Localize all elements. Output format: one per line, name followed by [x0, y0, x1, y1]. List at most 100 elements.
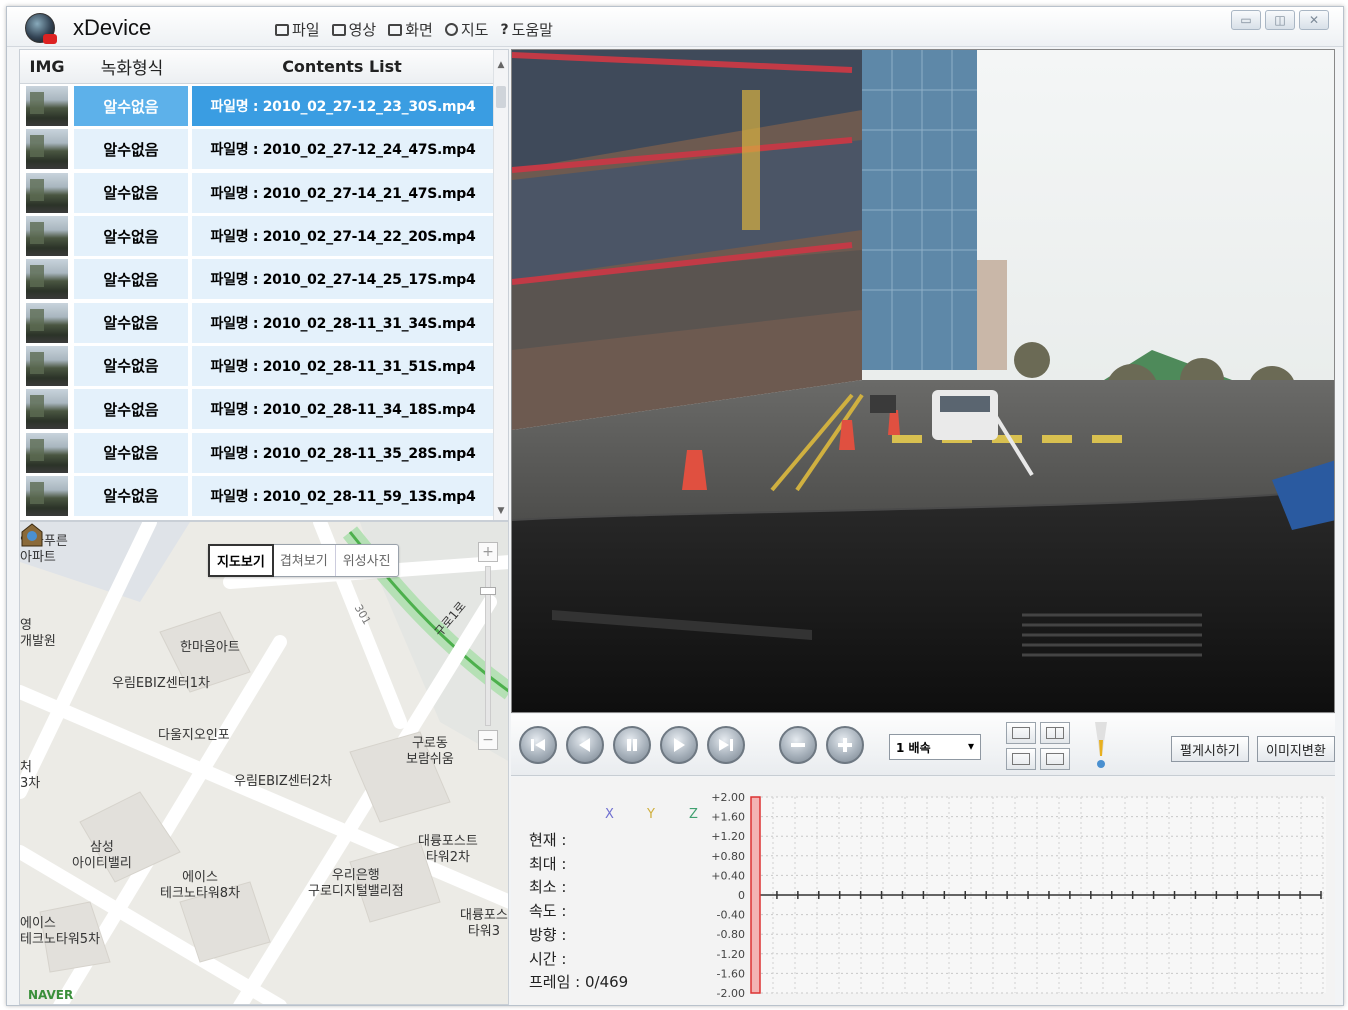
- show-all-button[interactable]: 펼게시하기: [1171, 736, 1249, 762]
- layout-multi-icon: [1046, 753, 1064, 765]
- map-zoom-in-button[interactable]: +: [478, 542, 498, 562]
- tab-overlay-view[interactable]: 겹쳐보기: [273, 545, 336, 576]
- list-item[interactable]: 알수없음 파일명 : 2010_02_27-14_22_20S.mp4: [20, 215, 494, 259]
- content-list-panel: IMG 녹화형식 Contents List 알수없음 파일명 : 2010_02…: [19, 49, 509, 521]
- y-tick-label: +2.00: [711, 791, 745, 804]
- file-name: 파일명 : 2010_02_27-14_22_20S.mp4: [192, 216, 494, 257]
- pause-button[interactable]: [613, 726, 651, 764]
- sensor-chart[interactable]: +2.00 +1.60 +1.20 +0.80 +0.40 0 -0.40 -0.80 -1.2…: [511, 777, 1335, 1005]
- file-name: 파일명 : 2010_02_27-14_21_47S.mp4: [192, 172, 494, 213]
- map-label: 영 개발원: [20, 618, 56, 649]
- layout-single-icon: [1012, 727, 1030, 739]
- record-format: 알수없음: [74, 475, 188, 516]
- menu-help[interactable]: ? 도움말: [500, 19, 553, 40]
- minimize-icon: ▭: [1240, 13, 1252, 27]
- app-window: xDevice 파일 영상 화면 지도 ? 도움말 ▭ ◫ ✕ IMG 녹화형식…: [6, 6, 1344, 1006]
- y-tick-label: +1.20: [711, 830, 745, 843]
- list-item[interactable]: 알수없음 파일명 : 2010_02_28-11_59_13S.mp4: [20, 475, 494, 518]
- list-item[interactable]: 알수없음 파일명 : 2010_02_27-12_24_47S.mp4: [20, 128, 494, 172]
- layout-multi-button[interactable]: [1040, 748, 1070, 770]
- list-item[interactable]: 알수없음 파일명 : 2010_02_27-14_25_17S.mp4: [20, 258, 494, 302]
- list-item[interactable]: 알수없음 파일명 : 2010_02_27-12_23_30S.mp4: [20, 85, 494, 129]
- zoom-out-icon: [791, 743, 805, 747]
- menu-map[interactable]: 지도: [444, 19, 488, 40]
- map-zoom-knob[interactable]: [480, 587, 496, 595]
- close-icon: ✕: [1308, 13, 1320, 27]
- y-tick-label: -1.60: [717, 967, 745, 980]
- map-label: 처 3차: [20, 760, 41, 791]
- list-scrollbar[interactable]: ▲ ▼: [493, 50, 508, 520]
- tab-map-view[interactable]: 지도보기: [208, 544, 274, 577]
- layout-single-button[interactable]: [1006, 722, 1036, 744]
- record-format: 알수없음: [74, 432, 188, 473]
- maximize-button[interactable]: ◫: [1265, 10, 1295, 30]
- save-icon: [275, 23, 289, 36]
- playback-controls: 1 배속 ▾ 펼게시하기 이미지변환: [511, 714, 1335, 776]
- list-item[interactable]: 알수없음 파일명 : 2010_02_28-11_35_28S.mp4: [20, 431, 494, 475]
- layout-quad-icon: [1046, 727, 1064, 739]
- list-item[interactable]: 알수없음 파일명 : 2010_02_28-11_31_34S.mp4: [20, 301, 494, 345]
- speed-select[interactable]: 1 배속 ▾: [889, 734, 981, 760]
- pause-icon: [627, 739, 637, 751]
- video-frame: [512, 50, 1334, 712]
- y-tick-label: +1.60: [711, 811, 745, 824]
- content-rows: 알수없음 파일명 : 2010_02_27-12_23_30S.mp4 알수없음 파일…: [20, 85, 494, 518]
- prev-icon: [579, 738, 590, 752]
- scroll-thumb[interactable]: [496, 86, 506, 108]
- map-label: 우림EBIZ센터1차: [112, 676, 210, 691]
- play-icon: [674, 738, 685, 752]
- map-panel[interactable]: 지도보기 겹쳐보기 위성사진 인늘푸른 아파트 영 개발원 한마음아트 우림EBIZ…: [19, 521, 509, 1005]
- record-format: 알수없음: [74, 302, 188, 343]
- record-format: 알수없음: [74, 259, 188, 300]
- video-thumbnail: [26, 259, 68, 300]
- chevron-down-icon: ▾: [967, 739, 974, 753]
- play-button[interactable]: [660, 726, 698, 764]
- menu-help-label: 도움말: [511, 21, 553, 39]
- video-thumbnail: [26, 302, 68, 343]
- list-item[interactable]: 알수없음 파일명 : 2010_02_27-14_21_47S.mp4: [20, 172, 494, 215]
- list-item[interactable]: 알수없음 파일명 : 2010_02_28-11_31_51S.mp4: [20, 345, 494, 389]
- video-player[interactable]: [511, 49, 1335, 713]
- header-img[interactable]: IMG: [20, 57, 74, 76]
- map-zoom-slider[interactable]: [480, 566, 496, 726]
- image-convert-button[interactable]: 이미지변환: [1257, 736, 1335, 762]
- prev-button[interactable]: [566, 726, 604, 764]
- menu-screen-label: 화면: [405, 21, 433, 39]
- sensor-graph-panel: X Y Z 현재 : 최대 : 최소 : 속도 : 방향 : 시간 : 프레임 …: [511, 777, 1335, 1005]
- menu-file[interactable]: 파일: [275, 19, 320, 40]
- header-format[interactable]: 녹화형식: [74, 54, 190, 79]
- map-label: 우리은행 구로디지털밸리점: [308, 868, 404, 899]
- record-format: 알수없음: [74, 172, 188, 213]
- scroll-down-icon[interactable]: ▼: [496, 506, 506, 516]
- minimize-button[interactable]: ▭: [1231, 10, 1261, 30]
- map-label: 다울지오인포: [158, 728, 230, 743]
- list-item[interactable]: 알수없음 파일명 : 2010_02_28-11_34_18S.mp4: [20, 388, 494, 432]
- menu-video[interactable]: 영상: [331, 19, 376, 40]
- file-name: 파일명 : 2010_02_27-14_25_17S.mp4: [192, 259, 494, 300]
- y-tick-label: -1.20: [717, 948, 745, 961]
- map-zoom-control: + −: [478, 542, 498, 752]
- video-thumbnail: [26, 216, 68, 257]
- map-label: 삼성 아이티밸리: [72, 840, 132, 871]
- layout-triple-button[interactable]: [1006, 748, 1036, 770]
- video-icon: [331, 23, 346, 36]
- layout-quad-button[interactable]: [1040, 722, 1070, 744]
- title-bar: xDevice 파일 영상 화면 지도 ? 도움말 ▭ ◫ ✕: [7, 7, 1343, 47]
- zoom-in-button[interactable]: [826, 726, 864, 764]
- video-thumbnail: [26, 129, 68, 170]
- last-frame-button[interactable]: [707, 726, 745, 764]
- map-view-tabs: 지도보기 겹쳐보기 위성사진: [208, 544, 399, 577]
- scroll-up-icon[interactable]: ▲: [496, 60, 506, 70]
- layout-triple-icon: [1012, 753, 1030, 765]
- map-label: 대륭포스트 타워2차: [418, 834, 478, 865]
- header-contents-list[interactable]: Contents List: [190, 57, 494, 76]
- map-zoom-out-button[interactable]: −: [478, 730, 498, 750]
- record-format: 알수없음: [74, 129, 188, 170]
- menu-screen[interactable]: 화면: [388, 19, 433, 40]
- close-button[interactable]: ✕: [1299, 10, 1329, 30]
- volume-icon[interactable]: [1093, 720, 1109, 770]
- playhead-marker[interactable]: [750, 796, 761, 994]
- tab-satellite-view[interactable]: 위성사진: [336, 545, 398, 576]
- zoom-out-button[interactable]: [779, 726, 817, 764]
- first-frame-button[interactable]: [519, 726, 557, 764]
